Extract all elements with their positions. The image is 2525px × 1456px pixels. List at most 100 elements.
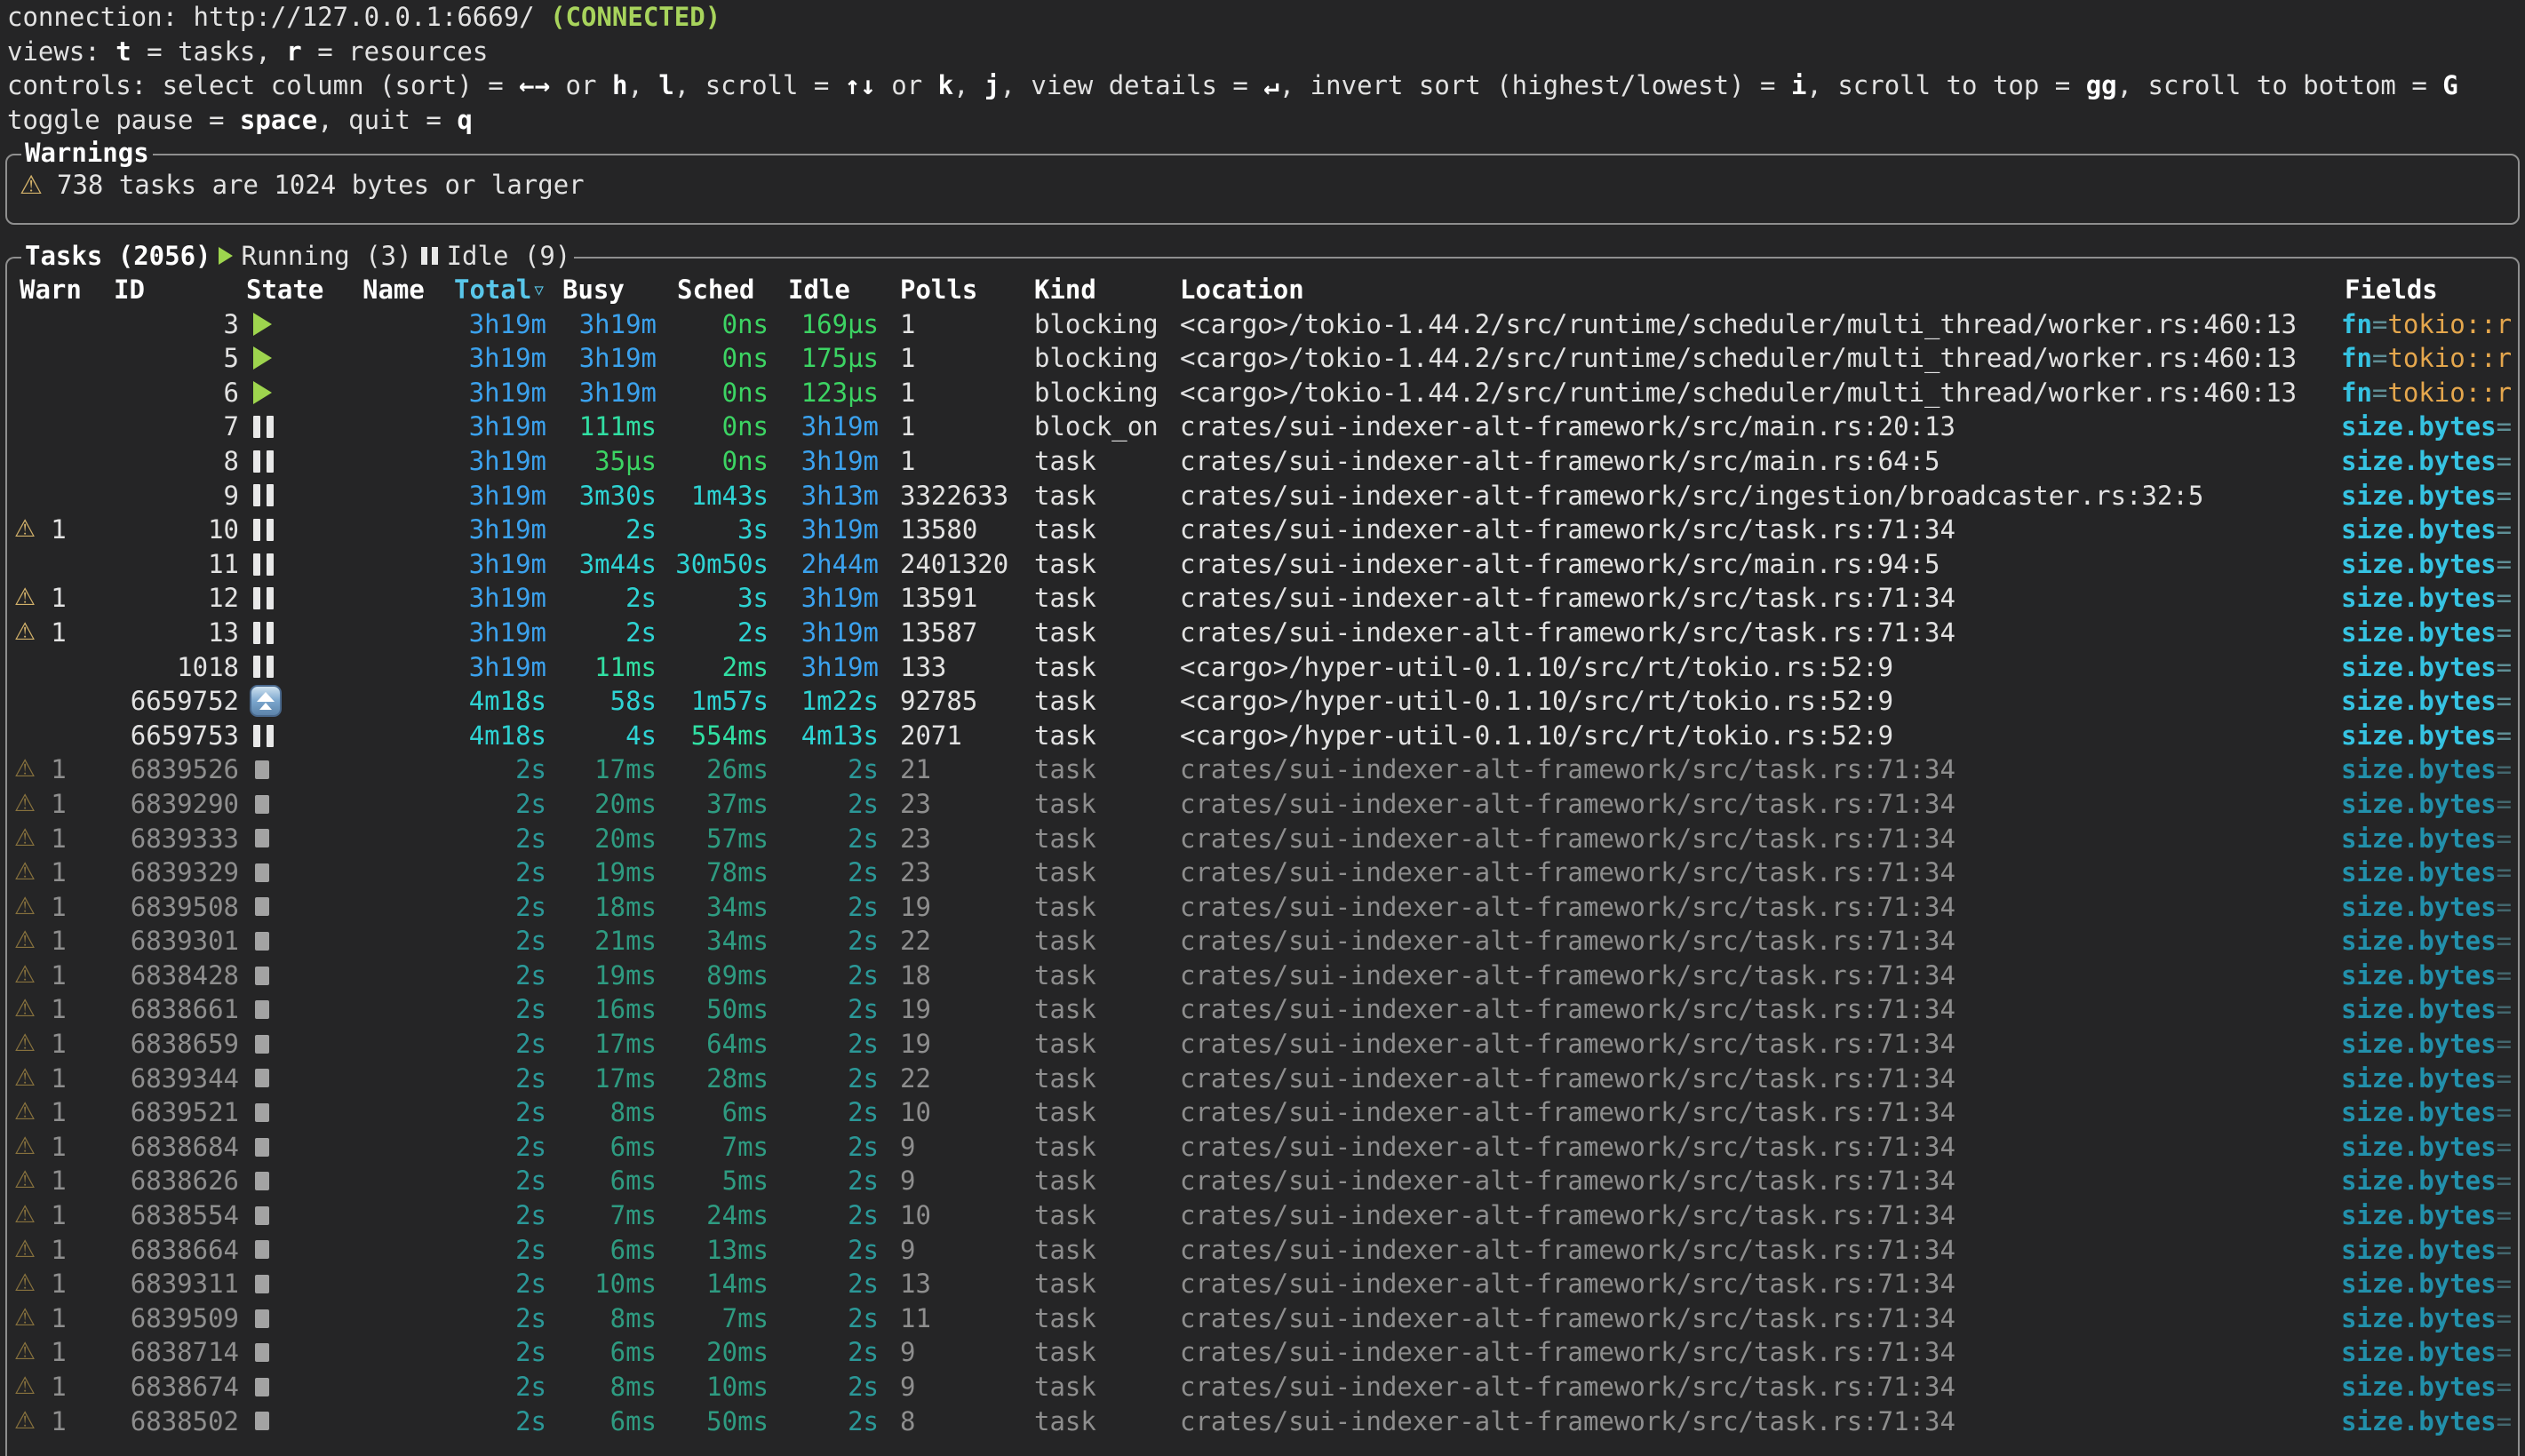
cell-idle: 175µs — [770, 341, 880, 376]
warning-triangle-icon: ⚠ — [14, 1095, 36, 1130]
field-equals: = — [2372, 378, 2387, 408]
column-header-warn[interactable]: Warn — [7, 273, 91, 307]
column-header-sched[interactable]: Sched — [658, 273, 770, 307]
cell-polls: 23 — [880, 787, 1025, 822]
warning-triangle-icon: ⚠ — [14, 924, 36, 959]
task-row[interactable]: ⚠168393292s19ms78ms2s23taskcrates/sui-in… — [7, 855, 2518, 890]
cell-total: 3h19m — [449, 410, 548, 444]
task-row[interactable]: ⚠168393012s21ms34ms2s22taskcrates/sui-in… — [7, 924, 2518, 959]
task-row[interactable]: 83h19m35µs0ns3h19m1taskcrates/sui-indexe… — [7, 444, 2518, 479]
column-header-total[interactable]: Total▿ — [449, 273, 548, 307]
column-header-id[interactable]: ID — [91, 273, 244, 307]
idle-duration: 1m22s — [801, 686, 879, 716]
cell-state — [244, 1206, 355, 1225]
warning-count: 1 — [51, 616, 66, 650]
cell-kind: task — [1025, 1027, 1173, 1062]
task-row[interactable]: ⚠168386612s16ms50ms2s19taskcrates/sui-in… — [7, 992, 2518, 1027]
cell-total: 2s — [449, 1267, 548, 1301]
task-row[interactable]: 93h19m3m30s1m43s3h13m3322633taskcrates/s… — [7, 479, 2518, 513]
task-row[interactable]: 113h19m3m44s30m50s2h44m2401320taskcrates… — [7, 547, 2518, 582]
column-header-name[interactable]: Name — [355, 273, 449, 307]
warning-count: 1 — [51, 992, 66, 1027]
task-row[interactable]: ⚠168386262s6ms5ms2s9taskcrates/sui-index… — [7, 1164, 2518, 1198]
field-key: size.bytes — [2341, 549, 2497, 579]
task-row[interactable]: 33h19m3h19m0ns169µs1blocking<cargo>/toki… — [7, 307, 2518, 342]
task-row[interactable]: ⚠1133h19m2s2s3h19m13587taskcrates/sui-in… — [7, 616, 2518, 650]
task-row[interactable]: 63h19m3h19m0ns123µs1blocking<cargo>/toki… — [7, 376, 2518, 410]
idle-duration: 3h19m — [801, 617, 879, 648]
task-row[interactable]: ⚠168387142s6ms20ms2s9taskcrates/sui-inde… — [7, 1335, 2518, 1370]
task-row[interactable]: ⚠168386742s8ms10ms2s9taskcrates/sui-inde… — [7, 1370, 2518, 1404]
task-row[interactable]: ⚠168395212s8ms6ms2s10taskcrates/sui-inde… — [7, 1095, 2518, 1130]
busy-duration: 3h19m — [579, 309, 657, 339]
cell-warn: ⚠1 — [7, 1370, 91, 1404]
task-row[interactable]: 73h19m111ms0ns3h19m1block_oncrates/sui-i… — [7, 410, 2518, 444]
task-row[interactable]: ⚠168386642s6ms13ms2s9taskcrates/sui-inde… — [7, 1233, 2518, 1268]
text-segment: , view details = — [1000, 70, 1263, 100]
task-row[interactable]: ⚠168393442s17ms28ms2s22taskcrates/sui-in… — [7, 1062, 2518, 1096]
cell-location: crates/sui-indexer-alt-framework/src/mai… — [1173, 547, 2336, 582]
cell-fields: size.bytes= — [2336, 444, 2518, 479]
cell-busy: 19ms — [548, 959, 658, 993]
cell-total: 3h19m — [449, 650, 548, 685]
completed-stop-icon — [255, 760, 269, 779]
text-segment: r — [286, 36, 301, 67]
completed-stop-icon — [255, 1240, 269, 1259]
busy-duration: 6ms — [610, 1406, 657, 1436]
cell-idle: 2s — [770, 855, 880, 890]
column-header-fields[interactable]: Fields — [2336, 273, 2518, 307]
cell-sched: 0ns — [658, 410, 770, 444]
cell-warn: ⚠1 — [7, 1198, 91, 1233]
cell-polls: 13587 — [880, 616, 1025, 650]
field-key: size.bytes — [2341, 652, 2497, 682]
cell-busy: 3h19m — [548, 341, 658, 376]
field-key: size.bytes — [2341, 754, 2497, 784]
field-key: size.bytes — [2341, 583, 2497, 613]
cell-kind: task — [1025, 890, 1173, 925]
sched-duration: 34ms — [706, 926, 769, 956]
idle-pause-icon — [253, 656, 274, 678]
cell-sched: 28ms — [658, 1062, 770, 1096]
column-header-location[interactable]: Location — [1173, 273, 2336, 307]
cell-idle: 2s — [770, 959, 880, 993]
idle-pause-icon — [421, 247, 438, 265]
cell-state — [244, 484, 355, 506]
task-row[interactable]: ⚠168393332s20ms57ms2s23taskcrates/sui-in… — [7, 822, 2518, 856]
cell-fields: size.bytes= — [2336, 479, 2518, 513]
task-row[interactable]: ⚠168393112s10ms14ms2s13taskcrates/sui-in… — [7, 1267, 2518, 1301]
task-row[interactable]: ⚠1123h19m2s3s3h19m13591taskcrates/sui-in… — [7, 581, 2518, 616]
total-duration: 3h19m — [469, 617, 546, 648]
task-row[interactable]: 66597524m18s58s1m57s1m22s92785task<cargo… — [7, 684, 2518, 719]
warning-triangle-icon: ⚠ — [20, 168, 43, 203]
task-row[interactable]: ⚠1103h19m2s3s3h19m13580taskcrates/sui-in… — [7, 513, 2518, 547]
busy-duration: 4s — [625, 720, 657, 751]
task-row[interactable]: ⚠168386592s17ms64ms2s19taskcrates/sui-in… — [7, 1027, 2518, 1062]
column-header-state[interactable]: State — [244, 273, 355, 307]
column-header-idle[interactable]: Idle — [770, 273, 880, 307]
cell-warn: ⚠1 — [7, 1130, 91, 1165]
field-equals: = — [2497, 1372, 2512, 1402]
task-row[interactable]: ⚠168395082s18ms34ms2s19taskcrates/sui-in… — [7, 890, 2518, 925]
column-header-busy[interactable]: Busy — [548, 273, 658, 307]
task-row[interactable]: ⚠168395092s8ms7ms2s11taskcrates/sui-inde… — [7, 1301, 2518, 1336]
idle-duration: 2s — [848, 789, 879, 819]
task-row[interactable]: 66597534m18s4s554ms4m13s2071task<cargo>/… — [7, 719, 2518, 753]
field-key: size.bytes — [2341, 823, 2497, 854]
task-row[interactable]: 10183h19m11ms2ms3h19m133task<cargo>/hype… — [7, 650, 2518, 685]
column-header-label: Fields — [2345, 274, 2438, 305]
task-row[interactable]: ⚠168384282s19ms89ms2s18taskcrates/sui-in… — [7, 959, 2518, 993]
cell-state — [244, 725, 355, 747]
total-duration: 2s — [515, 994, 546, 1024]
column-header-polls[interactable]: Polls — [880, 273, 1025, 307]
cell-id: 10 — [91, 513, 244, 547]
task-row[interactable]: ⚠168385542s7ms24ms2s10taskcrates/sui-ind… — [7, 1198, 2518, 1233]
task-row[interactable]: ⚠168386842s6ms7ms2s9taskcrates/sui-index… — [7, 1130, 2518, 1165]
task-row[interactable]: 53h19m3h19m0ns175µs1blocking<cargo>/toki… — [7, 341, 2518, 376]
task-row[interactable]: ⚠168392902s20ms37ms2s23taskcrates/sui-in… — [7, 787, 2518, 822]
task-row[interactable]: ⚠168395262s17ms26ms2s21taskcrates/sui-in… — [7, 752, 2518, 787]
total-duration: 2s — [515, 1029, 546, 1059]
total-duration: 3h19m — [469, 411, 546, 442]
warning-count: 1 — [51, 959, 66, 993]
task-row[interactable]: ⚠168385022s6ms50ms2s8taskcrates/sui-inde… — [7, 1404, 2518, 1439]
column-header-kind[interactable]: Kind — [1025, 273, 1173, 307]
